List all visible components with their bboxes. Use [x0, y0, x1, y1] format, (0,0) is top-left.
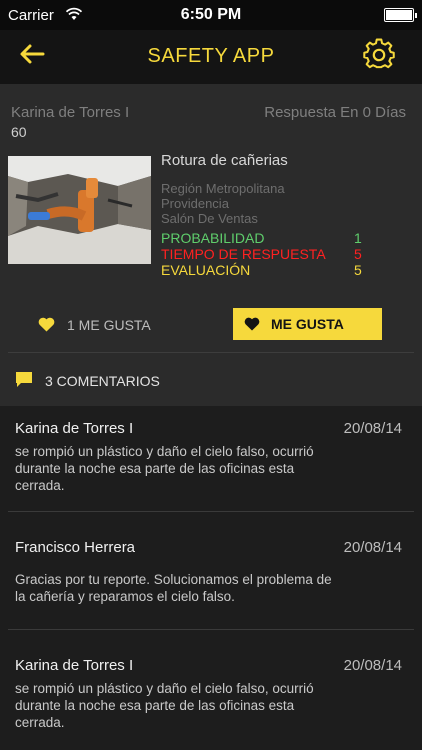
metric-probability-label: PROBABILIDAD — [161, 230, 265, 246]
comments-count: 3 COMENTARIOS — [45, 373, 160, 389]
clock: 6:50 PM — [180, 6, 242, 23]
report-count: 60 — [11, 124, 27, 140]
page-title: SAFETY APP — [147, 45, 275, 67]
comment-bubble-icon — [16, 372, 32, 387]
comment-date: 20/08/14 — [343, 420, 402, 437]
report-author: Karina de Torres I — [11, 104, 130, 121]
like-count: 1 ME GUSTA — [67, 317, 151, 333]
likes-row: 1 ME GUSTA ME GUSTA — [0, 296, 422, 353]
comment-line: la cañería y reparamos el cielo falso. — [15, 589, 235, 604]
comment-body: se rompió un plástico y daño el cielo fa… — [15, 680, 402, 731]
location-area: Salón De Ventas — [161, 211, 258, 226]
comment-line: cerrada. — [15, 478, 65, 493]
response-time: Respuesta En 0 Días — [264, 104, 406, 121]
comment-line: Gracias por tu reporte. Solucionamos el … — [15, 572, 332, 587]
location-region: Región Metropolitana — [161, 181, 285, 196]
comment-body: Gracias por tu reporte. Solucionamos el … — [15, 571, 402, 605]
report-photo[interactable] — [8, 156, 151, 264]
location-commune: Providencia — [161, 196, 229, 211]
comment-date: 20/08/14 — [343, 539, 402, 556]
metric-response-time-label: TIEMPO DE RESPUESTA — [161, 246, 326, 262]
comment-body: se rompió un plástico y daño el cielo fa… — [15, 443, 402, 494]
status-bar: Carrier 6:50 PM — [0, 0, 422, 30]
metric-response-time-value: 5 — [354, 246, 362, 262]
comment-line: durante la noche esa parte de las oficin… — [15, 698, 295, 713]
comment-item: Karina de Torres I 20/08/14 se rompió un… — [0, 406, 422, 512]
report-title: Rotura de cañerias — [161, 152, 288, 169]
comment-line: durante la noche esa parte de las oficin… — [15, 461, 295, 476]
comment-author: Francisco Herrera — [15, 539, 136, 556]
nav-bar: SAFETY APP — [0, 30, 422, 84]
report-card: Karina de Torres I 60 Respuesta En 0 Día… — [0, 84, 422, 297]
comments-header: 3 COMENTARIOS — [0, 353, 422, 406]
like-button-label: ME GUSTA — [271, 316, 344, 332]
gear-icon[interactable] — [362, 38, 396, 72]
like-button[interactable]: ME GUSTA — [233, 308, 382, 340]
comment-line: cerrada. — [15, 715, 65, 730]
comment-item: Karina de Torres I 20/08/14 se rompió un… — [0, 630, 422, 750]
metric-evaluation-label: EVALUACIÓN — [161, 262, 251, 278]
comment-line: se rompió un plástico y daño el cielo fa… — [15, 681, 314, 696]
heart-icon — [38, 317, 55, 332]
comment-item: Francisco Herrera 20/08/14 Gracias por t… — [0, 512, 422, 630]
metric-probability-value: 1 — [354, 230, 362, 246]
pipe-photo-image — [8, 156, 151, 264]
comment-author: Karina de Torres I — [15, 420, 134, 437]
metric-evaluation-value: 5 — [354, 262, 362, 278]
battery-icon — [384, 8, 417, 22]
comment-author: Karina de Torres I — [15, 657, 134, 674]
comment-line: se rompió un plástico y daño el cielo fa… — [15, 444, 314, 459]
comment-date: 20/08/14 — [343, 657, 402, 674]
heart-icon — [244, 317, 260, 331]
